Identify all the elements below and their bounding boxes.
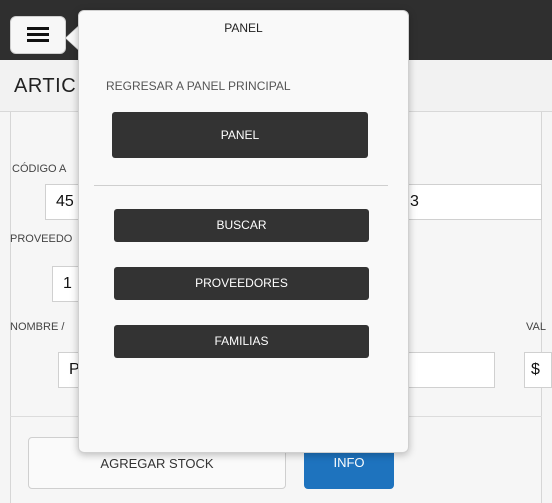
menu-button[interactable] bbox=[10, 16, 66, 54]
panel-popup: PANEL REGRESAR A PANEL PRINCIPAL PANEL B… bbox=[78, 10, 409, 453]
panel-title: PANEL bbox=[224, 21, 263, 35]
proveedores-button[interactable]: PROVEEDORES bbox=[114, 267, 369, 300]
panel-main-button[interactable]: PANEL bbox=[112, 112, 368, 158]
code-field-right[interactable]: 3 bbox=[395, 184, 542, 220]
panel-subtitle: REGRESAR A PANEL PRINCIPAL bbox=[106, 79, 291, 93]
value-field[interactable]: $ bbox=[524, 352, 552, 388]
page-title: ARTIC bbox=[14, 75, 77, 97]
supplier-label: PROVEEDO bbox=[10, 233, 73, 245]
buscar-button[interactable]: BUSCAR bbox=[114, 209, 369, 242]
value-label: VAL bbox=[526, 321, 546, 333]
name-label: NOMBRE / bbox=[10, 321, 65, 333]
code-label: CÓDIGO A bbox=[12, 163, 67, 175]
name-field-right[interactable] bbox=[395, 352, 495, 388]
familias-button[interactable]: FAMILIAS bbox=[114, 325, 369, 358]
panel-divider bbox=[94, 185, 388, 186]
hamburger-icon bbox=[27, 27, 49, 43]
